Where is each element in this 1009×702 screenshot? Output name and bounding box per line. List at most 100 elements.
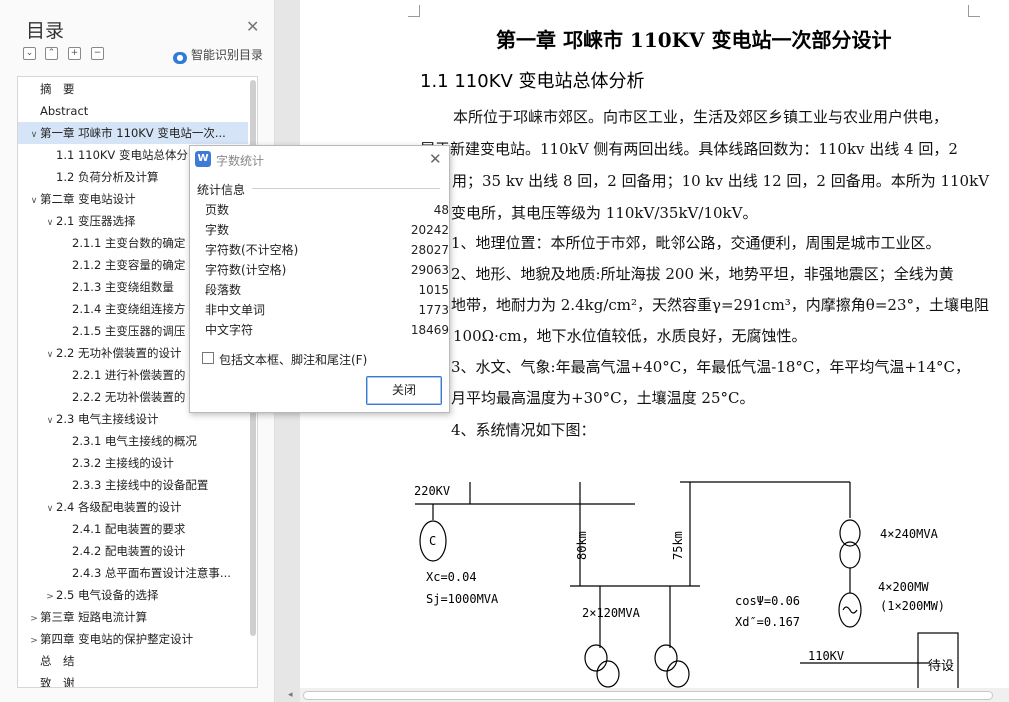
toc-item[interactable]: 2.4.1 配电装置的要求 (18, 518, 248, 540)
stat-row: 段落数 1015 (205, 280, 449, 300)
collapse-all-icon[interactable]: ⌄ (23, 47, 36, 60)
horizontal-scrollbar-thumb[interactable] (303, 691, 993, 700)
toc-item[interactable]: ∨ 第一章 邛崃市 110KV 变电站一次... (18, 122, 248, 144)
chevron-down-icon[interactable]: ∨ (44, 498, 56, 518)
chevron-right-icon[interactable]: > (28, 608, 40, 628)
stat-row: 页数 48 (205, 200, 449, 220)
remove-icon[interactable]: − (91, 47, 104, 60)
close-button[interactable]: 关闭 (366, 376, 442, 405)
dialog-title: 字数统计 (216, 154, 265, 168)
expand-icon[interactable]: ⌃ (45, 47, 58, 60)
label-2x120mva: 2×120MVA (582, 606, 641, 620)
chevron-down-icon[interactable]: ∨ (44, 344, 56, 364)
stat-row: 字数 20242 (205, 220, 449, 240)
smart-toc-button[interactable]: ● 智能识别目录 (173, 46, 263, 64)
toc-item-label: 总 结 (40, 654, 75, 668)
label-75km: 75km (671, 531, 685, 560)
include-textbox-label[interactable]: 包括文本框、脚注和尾注(F) (219, 351, 367, 368)
stat-label: 字符数(不计空格) (205, 243, 299, 257)
body-paragraph: 属于新建变电站。110kV 侧有两回出线。具体线路回数为：110kv 出线 4 … (420, 140, 958, 158)
body-paragraph: 4、系统情况如下图： (451, 421, 596, 439)
label-sj: Sj=1000MVA (426, 592, 499, 606)
toc-item-label: Abstract (40, 104, 89, 118)
chevron-down-icon[interactable]: ∨ (28, 190, 40, 210)
stat-row: 字符数(计空格) 29063 (205, 260, 449, 280)
label-220kv: 220KV (414, 484, 450, 498)
toc-item[interactable]: 2.3.2 主接线的设计 (18, 452, 248, 474)
chevron-right-icon[interactable]: > (28, 630, 40, 650)
wps-writer-window: 目录 ✕ ⌄ ⌃ + − ● 智能识别目录 摘 要 Abstract ∨ 第一章 邛崃市… (0, 0, 1009, 702)
chevron-right-icon[interactable]: > (44, 586, 56, 606)
page-corner-mark (408, 5, 420, 17)
toc-item[interactable]: > 第三章 短路电流计算 (18, 606, 248, 628)
toc-item[interactable]: >2.5 电气设备的选择 (18, 584, 248, 606)
toc-item[interactable]: ∨ 2.4 各级配电装置的设计 (18, 496, 248, 518)
toc-item-label: 2.3.2 主接线的设计 (72, 456, 174, 470)
toc-item[interactable]: 2.4.3 总平面布置设计注意事... (18, 562, 248, 584)
toc-item[interactable]: 致 谢 (18, 672, 248, 688)
toc-item-label: 2.4.3 总平面布置设计注意事... (72, 566, 231, 580)
label-source-c: C (429, 534, 436, 548)
toc-item[interactable]: 摘 要 (18, 78, 248, 100)
toc-item-label: 致 谢 (40, 676, 75, 688)
stat-value: 29063 (410, 263, 449, 277)
stat-value: 48 (433, 203, 449, 217)
stat-label: 段落数 (205, 283, 242, 297)
add-icon[interactable]: + (68, 47, 81, 60)
toc-item-label: 2.4 各级配电装置的设计 (56, 500, 182, 514)
toc-item-label: 1.2 负荷分析及计算 (56, 170, 159, 184)
toc-item[interactable]: 2.4.2 配电装置的设计 (18, 540, 248, 562)
stat-label: 页数 (205, 203, 230, 217)
toc-item-label: 第一章 邛崃市 110KV 变电站一次... (40, 126, 226, 140)
include-textbox-checkbox[interactable] (202, 352, 214, 364)
close-icon[interactable]: ✕ (246, 17, 259, 36)
chevron-down-icon[interactable]: ∨ (44, 212, 56, 232)
toc-item-label: 2.3.3 主接线中的设备配置 (72, 478, 209, 492)
label-80km: 80km (575, 531, 589, 560)
toc-item-label: 2.3.1 电气主接线的概况 (72, 434, 197, 448)
toc-item[interactable]: 2.3.1 电气主接线的概况 (18, 430, 248, 452)
label-1x200mw: (1×200MW) (880, 599, 945, 613)
close-icon[interactable]: ✕ (429, 150, 442, 168)
toc-item-label: 2.2.1 进行补偿装置的 (72, 368, 186, 382)
label-4x240mva: 4×240MVA (880, 527, 939, 541)
toc-item-label: 2.1.5 主变压器的调压 (72, 324, 186, 338)
toc-item-label: 第四章 变电站的保护整定设计 (40, 632, 194, 646)
toc-item-label: 1.1 110KV 变电站总体分 (56, 148, 188, 162)
word-count-dialog: W 字数统计 ✕ 统计信息 页数 48 字数 20242 字符数(不计空格) 2802… (189, 145, 450, 413)
toc-item-label: 2.1.4 主变绕组连接方 (72, 302, 186, 316)
body-paragraph: 月平均最高温度为+30°C，土壤温度 25°C。 (451, 389, 755, 407)
stat-value: 20242 (410, 223, 449, 237)
stat-label: 中文字符 (205, 323, 254, 337)
toc-item-label: 2.1 变压器选择 (56, 214, 136, 228)
cloud-icon: ● (173, 52, 187, 64)
label-xc: Xc=0.04 (426, 570, 477, 584)
group-divider (252, 188, 440, 189)
scroll-left-icon[interactable]: ◂ (288, 690, 293, 700)
toc-item-label: 2.2 无功补偿装置的设计 (56, 346, 182, 360)
toc-item[interactable]: 总 结 (18, 650, 248, 672)
toc-item-label: 2.5 电气设备的选择 (56, 588, 159, 602)
toc-item-label: 2.1.3 主变绕组数量 (72, 280, 174, 294)
chevron-down-icon[interactable]: ∨ (28, 124, 40, 144)
stat-row: 字符数(不计空格) 28027 (205, 240, 449, 260)
stat-label: 字符数(计空格) (205, 263, 287, 277)
chevron-down-icon[interactable]: ∨ (44, 410, 56, 430)
label-cos: cosΨ=0.06 (735, 594, 800, 608)
toc-item-label: 2.3 电气主接线设计 (56, 412, 159, 426)
body-paragraph: 1、地理位置：本所位于市郊，毗邻公路，交通便利，周围是城市工业区。 (451, 234, 941, 252)
toc-title: 目录 (26, 20, 65, 42)
toc-item[interactable]: > 第四章 变电站的保护整定设计 (18, 628, 248, 650)
toc-item[interactable]: 2.3.3 主接线中的设备配置 (18, 474, 248, 496)
body-paragraph: 变电所，其电压等级为 110kV/35kV/10kV。 (451, 204, 758, 222)
toc-item-label: 2.2.2 无功补偿装置的 (72, 390, 186, 404)
system-diagram: 220KV C Xc=0.04 Sj=1000MVA 80km 75km 2×1… (414, 481, 959, 688)
label-xd: Xd″=0.167 (735, 615, 800, 629)
stats-group-label: 统计信息 (197, 183, 246, 197)
toc-item[interactable]: Abstract (18, 100, 248, 122)
toc-item-label: 2.4.2 配电装置的设计 (72, 544, 186, 558)
toc-item-label: 2.4.1 配电装置的要求 (72, 522, 186, 536)
section-heading: 1.1 110KV 变电站总体分析 (420, 71, 645, 92)
page-corner-mark (968, 5, 980, 17)
toc-item-label: 第二章 变电站设计 (40, 192, 136, 206)
